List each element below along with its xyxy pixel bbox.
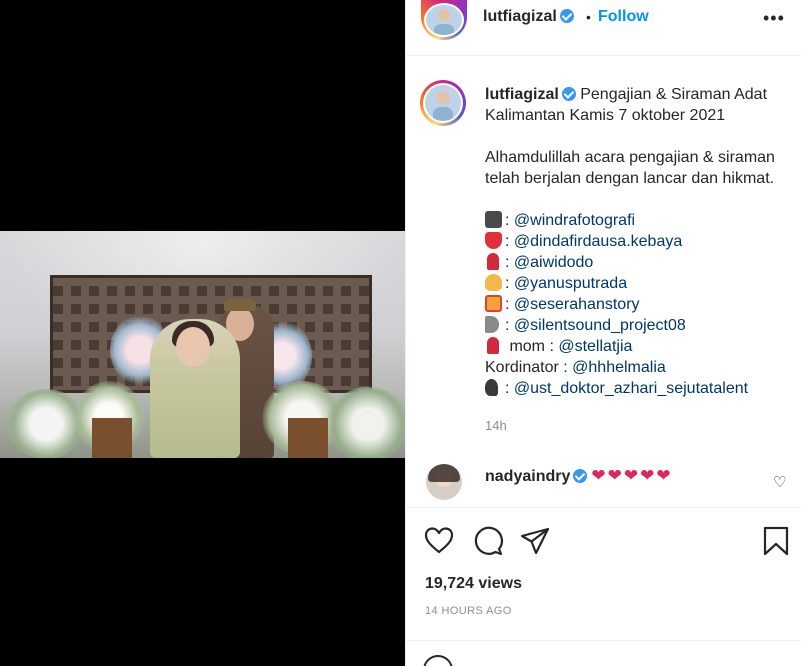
caption-author-avatar[interactable] [420,80,466,126]
mention-link[interactable]: @yanusputrada [514,275,627,292]
add-comment-divider [405,640,801,641]
dress-icon [485,232,502,249]
credit-prefix: : [505,275,514,292]
header-username[interactable]: lutfiagizal [483,8,557,25]
header-username-row[interactable]: lutfiagizal [483,8,574,26]
credit-prefix: : [505,380,514,397]
photo-groom-cap [224,299,256,311]
caption-credits: : @windrafotografi : @dindafirdausa.keba… [485,210,791,399]
media-pane [0,0,405,666]
caption-username[interactable]: lutfiagizal [485,86,559,103]
add-comment-placeholder[interactable]: · · · [486,658,518,666]
header-divider [405,55,801,56]
credit-line: : @silentsound_project08 [485,315,791,336]
credit-line: Kordinator : @hhhelmalia [485,357,791,378]
mention-link[interactable]: @seserahanstory [514,296,640,313]
credit-line: : @aiwidodo [485,252,791,273]
commenter-avatar[interactable] [426,464,462,500]
caption-timestamp[interactable]: 14h [485,418,507,433]
avatar-image [426,5,462,35]
photo-flowers [326,387,405,458]
camera-icon [485,211,502,228]
post-caption: lutfiagizal Pengajian & Siraman Adat Kal… [485,84,791,399]
speaking-head-icon [485,379,498,396]
mention-link[interactable]: @hhhelmalia [572,359,666,376]
credit-prefix: : [505,254,514,271]
photo-flower-stand [288,418,328,458]
header-separator: • [586,9,591,25]
save-bookmark-icon[interactable] [762,525,790,557]
more-options-icon[interactable]: ••• [763,8,785,29]
credit-prefix: : [505,233,514,250]
comment-like-heart-icon[interactable]: ♡ [773,473,786,491]
credit-line: : @windrafotografi [485,210,791,231]
comment-bubble-icon[interactable] [472,525,504,557]
credit-line: : @dindafirdausa.kebaya [485,231,791,252]
avatar-image [425,85,461,121]
credit-line: : @ust_doktor_azhari_sejutatalent [485,378,791,399]
credit-prefix: mom : [505,338,559,355]
comment-item: nadyaindry ❤❤❤❤❤ [485,466,673,486]
verified-badge-icon [573,469,588,483]
comment-username[interactable]: nadyaindry [485,468,570,485]
post-photo[interactable] [0,231,405,458]
credit-prefix: : [505,212,514,229]
credit-prefix: Kordinator : [485,359,573,376]
credit-line: : @seserahanstory [485,294,791,315]
person-icon [485,274,502,291]
actions-divider [405,507,801,508]
mention-link[interactable]: @aiwidodo [514,254,593,271]
speaker-icon [485,316,499,333]
share-send-icon[interactable] [519,525,551,557]
mention-link[interactable]: @windrafotografi [514,212,635,229]
caption-paragraph: Alhamdulillah acara pengajian & siraman … [485,149,775,187]
verified-badge-icon [559,9,574,23]
caption-title-line: lutfiagizal Pengajian & Siraman Adat Kal… [485,84,791,126]
photo-bride-face [176,327,210,367]
like-heart-icon[interactable] [423,525,455,557]
credit-prefix: : [505,296,514,313]
photo-flower-stand [92,418,132,458]
credit-line: mom : @stellatjia [485,336,791,357]
mention-link[interactable]: @silentsound_project08 [514,317,686,334]
gift-icon [485,295,502,312]
mention-link[interactable]: @ust_doktor_azhari_sejutatalent [514,380,748,397]
mention-link[interactable]: @stellatjia [558,338,632,355]
lipstick-icon [487,253,499,270]
comment-text: ❤❤❤❤❤ [591,466,673,485]
post-timestamp[interactable]: 14 HOURS AGO [425,605,512,617]
lipstick-icon [487,337,499,354]
view-count[interactable]: 19,724 views [425,575,522,593]
credit-line: : @yanusputrada [485,273,791,294]
credit-prefix: : [505,317,514,334]
verified-badge-icon [561,87,576,101]
follow-button[interactable]: Follow [598,8,649,26]
mention-link[interactable]: @dindafirdausa.kebaya [514,233,682,250]
